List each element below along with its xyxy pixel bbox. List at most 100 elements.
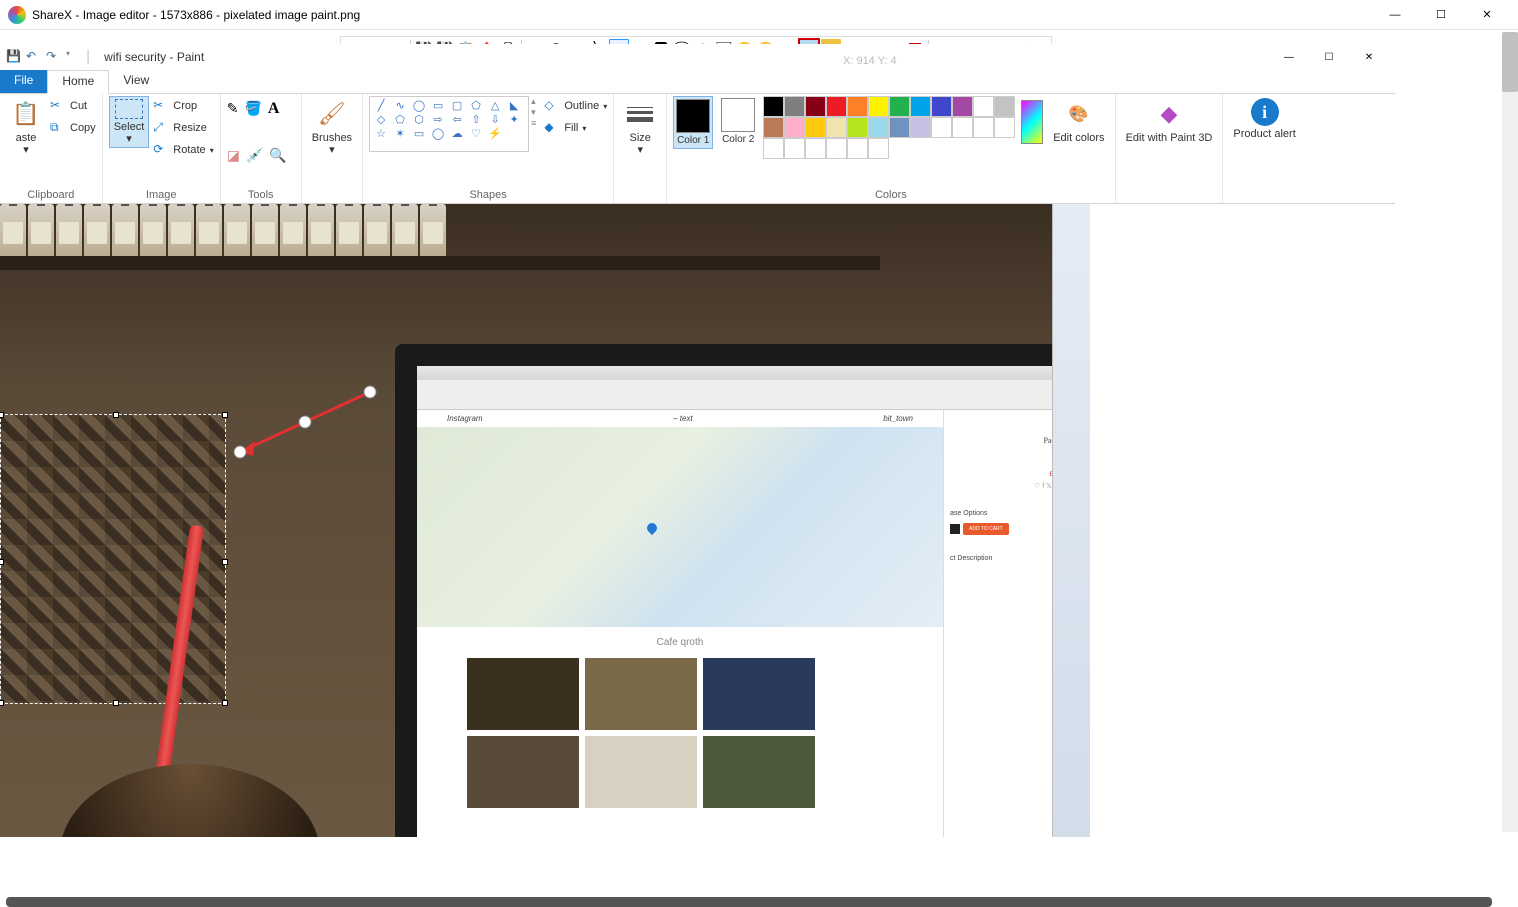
palette-color[interactable]	[826, 117, 847, 138]
shape-arrow-u-icon[interactable]: ⇧	[467, 113, 485, 126]
shape-callout-rect-icon[interactable]: ▭	[410, 127, 428, 140]
shape-rtri-icon[interactable]: ◣	[505, 99, 523, 112]
palette-color[interactable]	[889, 117, 910, 138]
shape-oval-icon[interactable]: ◯	[410, 99, 428, 112]
shape-callout-oval-icon[interactable]: ◯	[429, 127, 447, 140]
shape-pentagon-icon[interactable]: ⬠	[391, 113, 409, 126]
undo-icon[interactable]: ↶	[26, 49, 42, 65]
palette-color[interactable]	[826, 96, 847, 117]
edit-colors-button[interactable]: 🎨 Edit colors	[1049, 96, 1108, 146]
palette-color[interactable]	[826, 138, 847, 159]
paint-close-button[interactable]: ✕	[1349, 44, 1389, 70]
clipboard-icon: 📋	[10, 98, 42, 130]
copy-button[interactable]: ⧉Copy	[50, 118, 96, 138]
shape-line-icon[interactable]: ╱	[372, 99, 390, 112]
view-tab[interactable]: View	[109, 70, 163, 93]
outline-button[interactable]: ◇Outline ▾	[544, 96, 607, 116]
palette-color[interactable]	[931, 117, 952, 138]
palette-color[interactable]	[805, 96, 826, 117]
canvas-red-arrow[interactable]	[220, 384, 380, 469]
palette-color[interactable]	[910, 117, 931, 138]
shape-arrow-l-icon[interactable]: ⇦	[448, 113, 466, 126]
palette-color[interactable]	[763, 96, 784, 117]
palette-color[interactable]	[805, 117, 826, 138]
palette-color[interactable]	[763, 138, 784, 159]
palette-color[interactable]	[868, 96, 889, 117]
pencil-icon[interactable]: ✎	[227, 100, 239, 117]
scrollbar-thumb[interactable]	[1502, 32, 1518, 92]
brushes-button[interactable]: 🖌 Brushes▾	[308, 96, 356, 158]
maximize-button[interactable]: ☐	[1418, 0, 1464, 30]
shape-roundrect-icon[interactable]: ▢	[448, 99, 466, 112]
file-tab[interactable]: File	[0, 70, 47, 93]
text-icon[interactable]: A	[268, 100, 280, 118]
palette-color[interactable]	[805, 138, 826, 159]
shapes-gallery[interactable]: ╱∿◯▭▢⬠△◣ ◇⬠⬡⇨⇦⇧⇩✦ ☆✶▭◯☁♡⚡	[369, 96, 529, 152]
shape-hexagon-icon[interactable]: ⬡	[410, 113, 428, 126]
palette-color[interactable]	[784, 96, 805, 117]
palette-color[interactable]	[973, 117, 994, 138]
qat-dropdown-icon[interactable]: ▾	[66, 49, 82, 65]
palette-color[interactable]	[847, 96, 868, 117]
gallery-down-icon[interactable]: ▾	[531, 107, 536, 118]
palette-color[interactable]	[973, 96, 994, 117]
save-icon[interactable]: 💾	[6, 49, 22, 65]
color2-button[interactable]: Color 2	[719, 96, 757, 147]
laptop: Instagram – text bit_town Cafe qroth	[395, 344, 1090, 837]
shape-5star-icon[interactable]: ☆	[372, 127, 390, 140]
home-tab[interactable]: Home	[47, 70, 109, 94]
palette-color[interactable]	[868, 117, 889, 138]
shape-6star-icon[interactable]: ✶	[391, 127, 409, 140]
crop-button[interactable]: ✂Crop	[153, 96, 213, 116]
bottom-scrollbar[interactable]	[6, 897, 1492, 907]
gallery-more-icon[interactable]: ≡	[531, 118, 536, 128]
picker-icon[interactable]: 💉	[246, 147, 263, 164]
paste-button[interactable]: 📋 aste▾	[6, 96, 46, 158]
fill-icon[interactable]: 🪣	[244, 100, 261, 117]
brand-label: Paciara	[950, 436, 1067, 445]
palette-color[interactable]	[994, 117, 1015, 138]
palette-color[interactable]	[763, 117, 784, 138]
redo-icon[interactable]: ↷	[46, 49, 62, 65]
palette-color[interactable]	[952, 117, 973, 138]
magnifier-icon[interactable]: 🔍	[269, 147, 286, 164]
resize-button[interactable]: ⤢Resize	[153, 118, 213, 138]
shape-lightning-icon[interactable]: ⚡	[486, 127, 504, 140]
palette-color[interactable]	[868, 138, 889, 159]
palette-color[interactable]	[910, 96, 931, 117]
gallery-up-icon[interactable]: ▴	[531, 96, 536, 107]
eraser-icon[interactable]: ◪	[227, 147, 240, 164]
shape-arrow-r-icon[interactable]: ⇨	[429, 113, 447, 126]
shape-rect-icon[interactable]: ▭	[429, 99, 447, 112]
paint-maximize-button[interactable]: ☐	[1309, 44, 1349, 70]
palette-color[interactable]	[784, 138, 805, 159]
shape-curve-icon[interactable]: ∿	[391, 99, 409, 112]
palette-color[interactable]	[952, 96, 973, 117]
palette-color[interactable]	[931, 96, 952, 117]
palette-color[interactable]	[889, 96, 910, 117]
close-button[interactable]: ✕	[1464, 0, 1510, 30]
cut-button[interactable]: ✂Cut	[50, 96, 96, 116]
shape-poly-icon[interactable]: ⬠	[467, 99, 485, 112]
palette-color[interactable]	[847, 138, 868, 159]
outer-scrollbar[interactable]	[1502, 32, 1518, 832]
shape-heart-icon[interactable]: ♡	[467, 127, 485, 140]
product-alert-button[interactable]: i Product alert	[1229, 96, 1299, 142]
paint-canvas[interactable]: Instagram – text bit_town Cafe qroth	[0, 204, 1090, 837]
select-button[interactable]: Select▾	[109, 96, 150, 148]
rotate-button[interactable]: ⟳Rotate ▾	[153, 140, 213, 160]
shape-tri-icon[interactable]: △	[486, 99, 504, 112]
shape-arrow-d-icon[interactable]: ⇩	[486, 113, 504, 126]
color1-button[interactable]: Color 1	[673, 96, 713, 149]
palette-color[interactable]	[994, 96, 1015, 117]
palette-color[interactable]	[784, 117, 805, 138]
paint3d-button[interactable]: ◆ Edit with Paint 3D	[1122, 96, 1217, 146]
shape-callout-cloud-icon[interactable]: ☁	[448, 127, 466, 140]
shape-4star-icon[interactable]: ✦	[505, 113, 523, 126]
paint-minimize-button[interactable]: —	[1269, 44, 1309, 70]
shape-diamond-icon[interactable]: ◇	[372, 113, 390, 126]
minimize-button[interactable]: —	[1372, 0, 1418, 30]
size-button[interactable]: Size▾	[620, 96, 660, 158]
fill-button[interactable]: ◆Fill ▾	[544, 118, 607, 138]
palette-color[interactable]	[847, 117, 868, 138]
